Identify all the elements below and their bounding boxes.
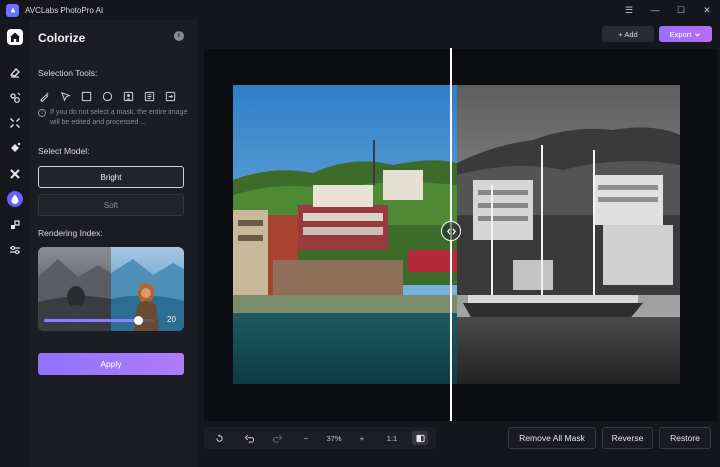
title-bar: AVCLabs PhotoPro AI ☰ — ☐ ✕ [0, 0, 720, 20]
zoom-out-button[interactable]: − [300, 431, 312, 445]
zoom-level: 37% [326, 433, 342, 443]
rendering-index-label: Rendering Index: [38, 228, 103, 238]
add-button-label: + Add [618, 29, 638, 39]
crop-icon[interactable] [7, 217, 23, 233]
select-model-label: Select Model: [38, 146, 90, 156]
colorize-panel: Colorize i Selection Tools: i If you do … [30, 20, 197, 467]
enlarge-icon[interactable] [7, 115, 23, 131]
lasso-icon[interactable] [59, 90, 71, 102]
info-icon[interactable]: i [174, 31, 184, 41]
brush-icon[interactable] [38, 90, 50, 102]
reset-view-icon[interactable] [212, 431, 226, 445]
ratio-button[interactable]: 1:1 [384, 431, 400, 445]
remove-all-mask-button[interactable]: Remove All Mask [508, 427, 596, 449]
home-icon[interactable] [7, 29, 23, 45]
selection-tools [38, 90, 176, 102]
enhance-icon[interactable] [7, 140, 23, 156]
remove-object-icon[interactable] [7, 166, 23, 182]
hint-info-icon: i [38, 109, 46, 117]
maximize-icon[interactable]: ☐ [674, 3, 688, 17]
face-icon[interactable] [7, 90, 23, 106]
object-icon[interactable] [143, 90, 155, 102]
view-toolbar: − 37% + 1:1 [204, 427, 436, 449]
invert-icon[interactable] [164, 90, 176, 102]
main-workspace: + Add Export − 37% + 1:1 Remove All Mask… [197, 20, 720, 467]
apply-button[interactable]: Apply [38, 353, 184, 375]
slider-fill [44, 319, 138, 322]
close-icon[interactable]: ✕ [700, 3, 714, 17]
export-button[interactable]: Export [659, 26, 712, 42]
chevron-down-icon [695, 32, 701, 37]
reverse-button[interactable]: Reverse [602, 427, 653, 449]
portrait-icon[interactable] [122, 90, 134, 102]
export-button-label: Export [669, 29, 692, 39]
model-bright-button[interactable]: Bright [38, 166, 184, 188]
image-canvas[interactable] [204, 49, 717, 421]
rendering-index-slider[interactable] [44, 316, 154, 325]
app-logo-icon [6, 3, 19, 17]
add-button[interactable]: + Add [602, 26, 654, 42]
selection-hint-text: If you do not select a mask, the entire … [50, 109, 188, 126]
app-title: AVCLabs PhotoPro AI [25, 5, 104, 15]
model-soft-button[interactable]: Soft [38, 194, 184, 216]
menu-icon[interactable]: ☰ [622, 3, 636, 17]
eraser-icon[interactable] [7, 64, 23, 80]
adjust-icon[interactable] [7, 242, 23, 258]
zoom-in-button[interactable]: + [356, 431, 368, 445]
slider-thumb[interactable] [133, 316, 143, 325]
colorize-icon[interactable] [7, 191, 23, 207]
restore-button[interactable]: Restore [659, 427, 711, 449]
selection-tools-label: Selection Tools: [38, 68, 98, 78]
compare-handle-icon[interactable] [441, 221, 461, 241]
redo-icon[interactable] [270, 431, 284, 445]
undo-icon[interactable] [242, 431, 256, 445]
rendering-index-value: 20 [167, 315, 176, 324]
minimize-icon[interactable]: — [648, 3, 662, 17]
ellipse-icon[interactable] [101, 90, 113, 102]
rectangle-icon[interactable] [80, 90, 92, 102]
tool-rail [0, 20, 30, 467]
selection-hint: i If you do not select a mask, the entir… [38, 108, 193, 128]
window-controls: ☰ — ☐ ✕ [622, 3, 714, 17]
panel-title: Colorize [38, 31, 86, 45]
compare-view-icon[interactable] [412, 431, 428, 445]
